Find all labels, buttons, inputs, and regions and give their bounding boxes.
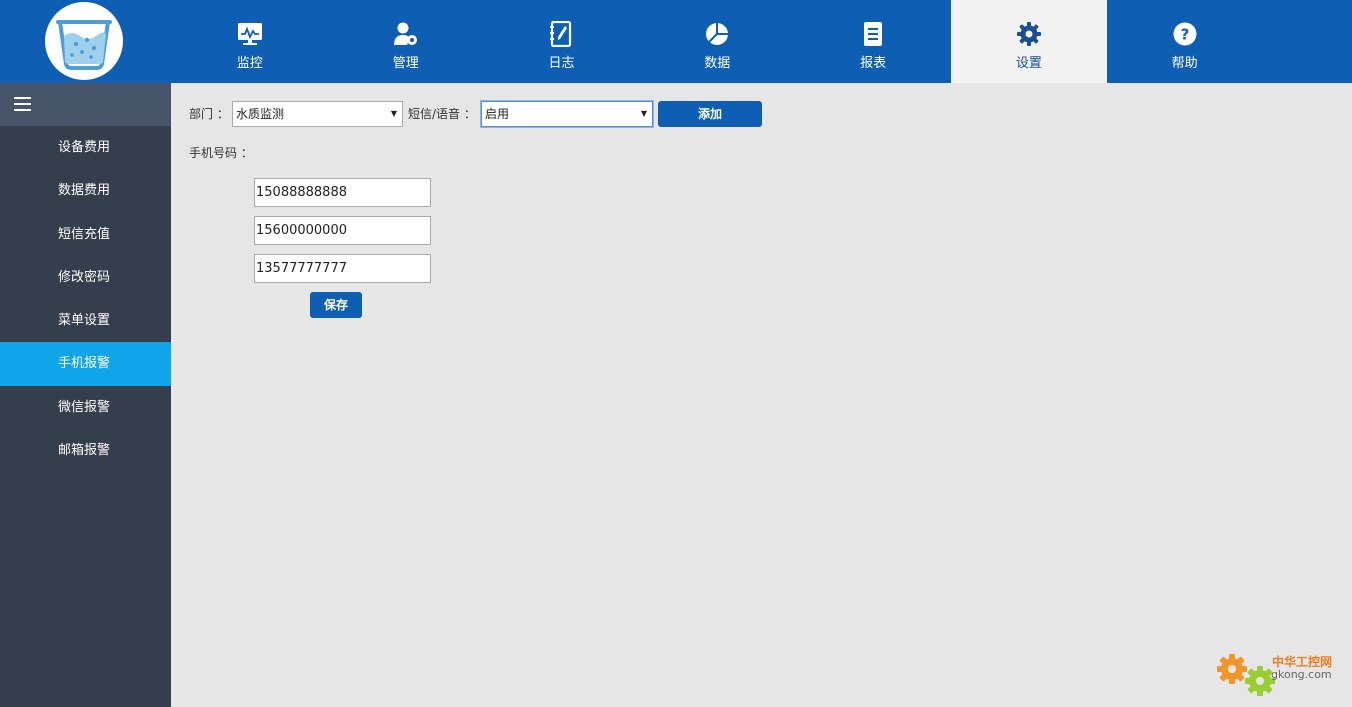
chevron-down-icon: ▼: [390, 109, 397, 118]
department-select[interactable]: 水质监测 ▼: [232, 101, 403, 127]
nav-label: 管理: [392, 56, 419, 71]
top-navbar: 监控 管理 日志 数据 报表 设置 ? 帮助: [0, 0, 1352, 83]
monitor-icon: [237, 23, 262, 45]
sidebar-item-device-fee[interactable]: 设备费用: [0, 126, 171, 169]
help-icon: ?: [1173, 22, 1197, 46]
nav-item-help[interactable]: ? 帮助: [1107, 0, 1263, 83]
gear-icon: [1016, 22, 1041, 46]
chevron-down-icon: ▼: [640, 109, 647, 118]
user-gear-icon: [393, 22, 417, 45]
department-select-value: 水质监测: [236, 107, 285, 121]
sidebar-item-menu-settings[interactable]: 菜单设置: [0, 299, 171, 342]
nav-label: 设置: [1015, 56, 1042, 71]
nav-item-data[interactable]: 数据: [639, 0, 795, 83]
main-content: 部门 ： 水质监测 ▼ 短信/语音 ： 启用 ▼ 添加 手机号码 ： 15088…: [171, 83, 1352, 707]
department-label: 部门 ：: [189, 107, 229, 121]
sms-voice-label: 短信/语音 ：: [408, 107, 476, 121]
sidebar-item-change-password[interactable]: 修改密码: [0, 256, 171, 299]
sidebar-item-data-fee[interactable]: 数据费用: [0, 169, 171, 212]
sidebar: 设备费用 数据费用 短信充值 修改密码 菜单设置 手机报警 微信报警 邮箱报警: [0, 83, 171, 707]
nav-item-log[interactable]: 日志: [484, 0, 640, 83]
nav-label: 报表: [860, 56, 887, 71]
phone-input-1[interactable]: 15088888888: [254, 178, 431, 207]
svg-text:?: ?: [1180, 26, 1189, 44]
nav-item-settings[interactable]: 设置: [950, 0, 1107, 83]
nav-item-manage[interactable]: 管理: [328, 0, 484, 83]
add-button[interactable]: 添加: [658, 101, 762, 127]
app-logo[interactable]: [45, 2, 123, 80]
sidebar-item-email-alarm[interactable]: 邮箱报警: [0, 429, 171, 472]
phone-input-3[interactable]: 13577777777: [254, 254, 431, 283]
sidebar-header: [0, 83, 171, 126]
sms-voice-select[interactable]: 启用 ▼: [481, 101, 653, 127]
nav-item-report[interactable]: 报表: [795, 0, 951, 83]
nav-label: 日志: [548, 56, 575, 71]
hamburger-menu-icon[interactable]: [14, 97, 31, 111]
nav-label: 监控: [236, 56, 263, 71]
nav-label: 帮助: [1171, 56, 1198, 71]
save-button[interactable]: 保存: [310, 292, 362, 318]
document-icon: [864, 22, 883, 46]
notebook-icon: [550, 21, 572, 47]
watermark-domain: gkong.com: [1271, 668, 1332, 681]
phone-input-2[interactable]: 15600000000: [254, 216, 431, 245]
sidebar-item-phone-alarm[interactable]: 手机报警: [0, 342, 171, 386]
sidebar-item-sms-recharge[interactable]: 短信充值: [0, 213, 171, 256]
nav-label: 数据: [704, 56, 731, 71]
phone-number-label: 手机号码 ：: [189, 146, 253, 160]
sms-voice-select-value: 启用: [485, 107, 510, 121]
pie-chart-icon: [706, 22, 729, 45]
main-nav: 监控 管理 日志 数据 报表 设置 ? 帮助: [172, 0, 1263, 83]
nav-item-monitor[interactable]: 监控: [172, 0, 328, 83]
water-cup-icon: [56, 20, 112, 70]
sidebar-item-wechat-alarm[interactable]: 微信报警: [0, 386, 171, 429]
